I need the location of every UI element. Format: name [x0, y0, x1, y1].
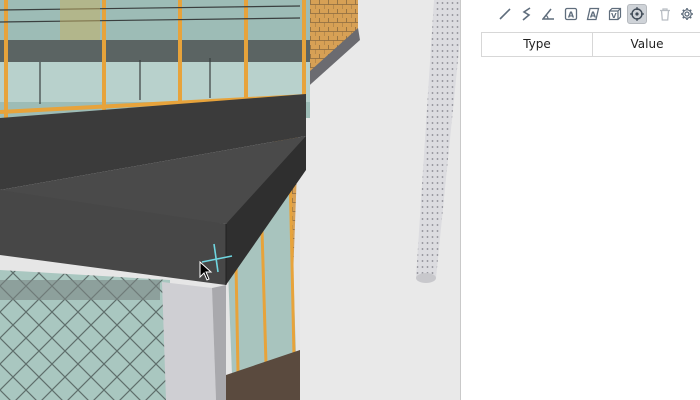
- area-measure-button[interactable]: A: [561, 4, 581, 24]
- svg-text:A: A: [568, 11, 575, 20]
- support-column: [162, 282, 216, 400]
- gear-icon: [681, 8, 693, 20]
- measurement-panel: A A V Type Value: [460, 0, 700, 400]
- zigzag-line-icon: [522, 7, 531, 21]
- crosshair-target-icon: [630, 7, 644, 21]
- measurements-table-body: [461, 57, 700, 400]
- surface-area-measure-button[interactable]: A: [583, 4, 603, 24]
- interior-stair: [60, 0, 100, 40]
- area-box-icon: A: [564, 7, 578, 21]
- trash-icon: [660, 8, 670, 21]
- value-column-header[interactable]: Value: [593, 33, 700, 56]
- angle-icon: [542, 8, 554, 20]
- svg-text:A: A: [590, 11, 597, 20]
- lower-frame: [0, 280, 160, 300]
- line-measure-button[interactable]: [495, 4, 515, 24]
- measurements-table-header: Type Value: [481, 32, 700, 57]
- interior-floor-slab: [0, 40, 310, 62]
- angle-measure-button[interactable]: [539, 4, 559, 24]
- settings-button[interactable]: [677, 4, 697, 24]
- svg-text:V: V: [611, 12, 617, 20]
- delete-button[interactable]: [655, 4, 675, 24]
- measurement-toolbar: A A V: [461, 0, 700, 30]
- volume-measure-button[interactable]: V: [605, 4, 625, 24]
- type-column-header[interactable]: Type: [481, 33, 593, 56]
- building-model-render: [0, 0, 460, 400]
- volume-box-icon: V: [608, 7, 622, 21]
- polyline-measure-button[interactable]: [517, 4, 537, 24]
- surface-area-icon: A: [586, 7, 600, 21]
- interior-space: [0, 62, 310, 102]
- diagonal-line-icon: [499, 8, 511, 20]
- 3d-viewport[interactable]: [0, 0, 460, 400]
- point-measure-button[interactable]: [627, 4, 647, 24]
